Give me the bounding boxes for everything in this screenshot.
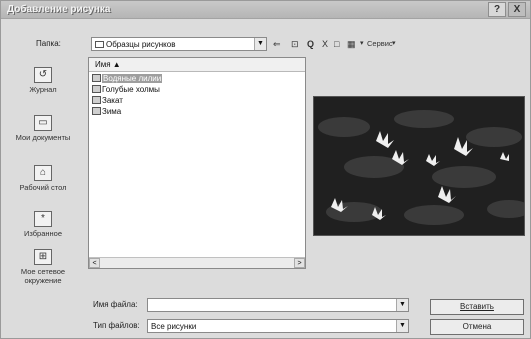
place-network[interactable]: ⊞ Мое сетевое окружение <box>5 249 81 285</box>
insert-button[interactable]: Вставить <box>430 299 524 315</box>
image-file-icon <box>92 85 101 93</box>
place-label: Мое сетевое окружение <box>20 267 66 285</box>
column-header-name[interactable]: Имя ▲ <box>89 58 305 72</box>
place-label: Избранное <box>23 229 62 238</box>
dropdown-icon[interactable]: ▾ <box>360 38 364 50</box>
service-menu[interactable]: Сервис <box>367 38 393 50</box>
history-icon: ↺ <box>34 67 52 83</box>
image-file-icon <box>92 107 101 115</box>
place-history[interactable]: ↺ Журнал <box>5 67 81 94</box>
chevron-down-icon[interactable]: ▼ <box>396 320 408 332</box>
place-label: Журнал <box>29 85 57 94</box>
list-item[interactable]: Водяные лилии <box>92 74 163 85</box>
my-documents-icon: ▭ <box>34 115 52 131</box>
file-list[interactable]: Имя ▲ Водяные лилии Голубые холмы Закат … <box>88 57 306 269</box>
place-my-documents[interactable]: ▭ Мои документы <box>5 115 81 142</box>
places-bar: ↺ Журнал ▭ Мои документы ⌂ Рабочий стол … <box>5 49 81 289</box>
delete-icon[interactable]: X <box>322 38 328 50</box>
place-label: Мои документы <box>15 133 71 142</box>
favorites-icon: * <box>34 211 52 227</box>
filename-input[interactable]: ▼ <box>147 298 409 312</box>
water-lilies-preview-image <box>314 97 524 235</box>
filetype-value: Все рисунки <box>151 322 197 331</box>
desktop-icon: ⌂ <box>34 165 52 181</box>
network-icon: ⊞ <box>34 249 52 265</box>
list-item[interactable]: Зима <box>92 107 121 118</box>
place-desktop[interactable]: ⌂ Рабочий стол <box>5 165 81 192</box>
place-favorites[interactable]: * Избранное <box>5 211 81 238</box>
horizontal-scrollbar[interactable]: < > <box>89 257 305 268</box>
folder-select[interactable]: Образцы рисунков ▼ <box>91 37 267 51</box>
folder-label: Папка: <box>36 39 61 48</box>
filename-label: Имя файла: <box>93 300 138 309</box>
scroll-left-icon[interactable]: < <box>89 258 100 268</box>
insert-picture-dialog: Добавление рисунка ? X Папка: Образцы ри… <box>0 0 531 339</box>
back-icon[interactable]: ⇐ <box>273 38 281 50</box>
views-icon[interactable]: ▦ <box>347 38 356 50</box>
list-item[interactable]: Голубые холмы <box>92 85 160 96</box>
folder-icon <box>95 41 104 48</box>
image-preview <box>313 96 525 236</box>
dialog-title: Добавление рисунка <box>7 4 111 15</box>
close-button[interactable]: X <box>508 2 526 17</box>
filetype-select[interactable]: Все рисунки ▼ <box>147 319 409 333</box>
chevron-down-icon[interactable]: ▼ <box>396 299 408 311</box>
place-label: Рабочий стол <box>19 183 67 192</box>
image-file-icon <box>92 74 101 82</box>
list-item[interactable]: Закат <box>92 96 123 107</box>
up-folder-icon[interactable]: ⊡ <box>291 38 299 50</box>
help-button[interactable]: ? <box>488 2 506 17</box>
cancel-button[interactable]: Отмена <box>430 319 524 335</box>
service-dropdown-icon[interactable]: ▾ <box>392 38 396 50</box>
search-web-icon[interactable]: Q <box>307 38 314 50</box>
chevron-down-icon[interactable]: ▼ <box>254 38 266 50</box>
scroll-right-icon[interactable]: > <box>294 258 305 268</box>
title-bar: Добавление рисунка ? X <box>1 1 530 19</box>
new-folder-icon[interactable]: □ <box>334 38 339 50</box>
folder-select-value: Образцы рисунков <box>106 40 176 49</box>
image-file-icon <box>92 96 101 104</box>
filetype-label: Тип файлов: <box>93 321 140 330</box>
